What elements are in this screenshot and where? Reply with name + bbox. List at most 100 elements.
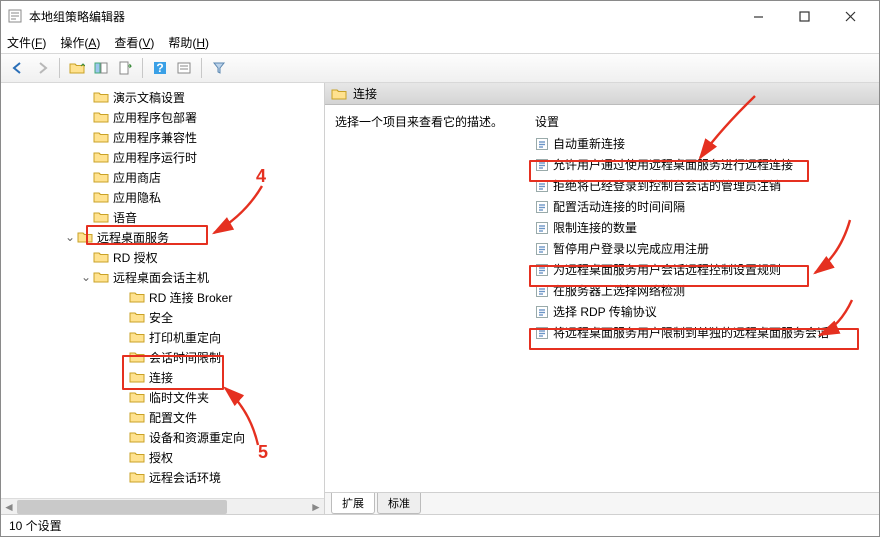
tree-item-label: 连接	[149, 369, 173, 386]
tab-extended[interactable]: 扩展	[331, 493, 375, 514]
window-title: 本地组策略编辑器	[29, 8, 735, 25]
menu-help[interactable]: 帮助(H)	[168, 34, 209, 51]
tree-item[interactable]: 打印机重定向	[1, 327, 324, 347]
tree-item[interactable]: 应用程序包部署	[1, 107, 324, 127]
tree-item[interactable]: 应用程序运行时	[1, 147, 324, 167]
tree-item[interactable]: 会话时间限制	[1, 347, 324, 367]
properties-button[interactable]	[173, 57, 195, 79]
tree-item-label: 应用隐私	[113, 189, 161, 206]
filter-button[interactable]	[208, 57, 230, 79]
setting-item[interactable]: 自动重新连接	[527, 133, 879, 154]
up-button[interactable]	[66, 57, 88, 79]
folder-icon	[129, 310, 145, 324]
tree-item-label: 打印机重定向	[149, 329, 221, 346]
folder-icon	[93, 270, 109, 284]
tab-standard[interactable]: 标准	[377, 493, 421, 514]
setting-item[interactable]: 选择 RDP 传输协议	[527, 301, 879, 322]
menu-file[interactable]: 文件(F)	[7, 34, 46, 51]
tree-item[interactable]: 安全	[1, 307, 324, 327]
show-hide-tree-button[interactable]	[90, 57, 112, 79]
settings-column: 设置 自动重新连接允许用户通过使用远程桌面服务进行远程连接拒绝将已经登录到控制台…	[527, 113, 879, 492]
tree-item-label: 会话时间限制	[149, 349, 221, 366]
setting-label: 暂停用户登录以完成应用注册	[553, 240, 709, 257]
policy-icon	[535, 221, 549, 235]
setting-item[interactable]: 在服务器上选择网络检测	[527, 280, 879, 301]
maximize-button[interactable]	[781, 1, 827, 31]
chevron-down-icon[interactable]: ⌄	[79, 270, 93, 284]
setting-label: 自动重新连接	[553, 135, 625, 152]
tree-item[interactable]: 应用程序兼容性	[1, 127, 324, 147]
tree-item[interactable]: 应用隐私	[1, 187, 324, 207]
svg-text:?: ?	[156, 61, 163, 75]
policy-icon	[535, 158, 549, 172]
setting-item[interactable]: 暂停用户登录以完成应用注册	[527, 238, 879, 259]
folder-icon	[93, 130, 109, 144]
tree-item[interactable]: 演示文稿设置	[1, 87, 324, 107]
description-column: 选择一个项目来查看它的描述。	[335, 113, 527, 492]
tree-item[interactable]: 远程会话环境	[1, 467, 324, 487]
tree-item-label: 远程桌面服务	[97, 229, 169, 246]
statusbar: 10 个设置	[1, 514, 879, 536]
folder-icon	[129, 290, 145, 304]
setting-label: 限制连接的数量	[553, 219, 637, 236]
tree-item-label: 安全	[149, 309, 173, 326]
folder-icon	[93, 250, 109, 264]
setting-item[interactable]: 配置活动连接的时间间隔	[527, 196, 879, 217]
tree-item-label: 配置文件	[149, 409, 197, 426]
help-button[interactable]: ?	[149, 57, 171, 79]
tree-item[interactable]: 配置文件	[1, 407, 324, 427]
tree-item[interactable]: 授权	[1, 447, 324, 467]
back-button[interactable]	[7, 57, 29, 79]
tree-item-label: RD 授权	[113, 249, 158, 266]
setting-item[interactable]: 拒绝将已经登录到控制台会话的管理员注销	[527, 175, 879, 196]
minimize-button[interactable]	[735, 1, 781, 31]
folder-icon	[93, 150, 109, 164]
setting-item[interactable]: 允许用户通过使用远程桌面服务进行远程连接	[527, 154, 879, 175]
detail-pane: 连接 选择一个项目来查看它的描述。 设置 自动重新连接允许用户通过使用远程桌面服…	[325, 83, 879, 514]
tabs-strip: 扩展 标准	[325, 492, 879, 514]
folder-icon	[331, 87, 347, 101]
tree-item[interactable]: 语音	[1, 207, 324, 227]
policy-icon	[535, 305, 549, 319]
chevron-down-icon[interactable]: ⌄	[63, 230, 77, 244]
folder-icon	[129, 350, 145, 364]
tree-item-label: 应用商店	[113, 169, 161, 186]
folder-icon	[93, 110, 109, 124]
policy-icon	[535, 326, 549, 340]
folder-icon	[129, 470, 145, 484]
setting-label: 为远程桌面服务用户会话远程控制设置规则	[553, 261, 781, 278]
tree-item[interactable]: ⌄远程桌面会话主机	[1, 267, 324, 287]
scroll-left-icon[interactable]: ◄	[1, 499, 17, 515]
scroll-right-icon[interactable]: ►	[308, 499, 324, 515]
policy-icon	[535, 200, 549, 214]
tree-scroll[interactable]: 演示文稿设置应用程序包部署应用程序兼容性应用程序运行时应用商店应用隐私语音⌄远程…	[1, 83, 324, 498]
setting-item[interactable]: 将远程桌面服务用户限制到单独的远程桌面服务会话	[527, 322, 879, 343]
forward-button[interactable]	[31, 57, 53, 79]
setting-label: 拒绝将已经登录到控制台会话的管理员注销	[553, 177, 781, 194]
export-button[interactable]	[114, 57, 136, 79]
folder-icon	[129, 430, 145, 444]
toolbar: ?	[1, 53, 879, 83]
settings-header[interactable]: 设置	[527, 113, 879, 133]
folder-icon	[129, 330, 145, 344]
tree-h-scrollbar[interactable]: ◄ ►	[1, 498, 324, 514]
tree-item[interactable]: 临时文件夹	[1, 387, 324, 407]
setting-label: 在服务器上选择网络检测	[553, 282, 685, 299]
detail-header-label: 连接	[353, 85, 377, 102]
policy-icon	[535, 179, 549, 193]
tree-item[interactable]: RD 连接 Broker	[1, 287, 324, 307]
menubar: 文件(F) 操作(A) 查看(V) 帮助(H)	[1, 31, 879, 53]
tree-item[interactable]: 应用商店	[1, 167, 324, 187]
statusbar-text: 10 个设置	[9, 517, 62, 534]
menu-view[interactable]: 查看(V)	[114, 34, 154, 51]
tree-item[interactable]: RD 授权	[1, 247, 324, 267]
tree-item[interactable]: 连接	[1, 367, 324, 387]
setting-item[interactable]: 为远程桌面服务用户会话远程控制设置规则	[527, 259, 879, 280]
tree-item[interactable]: ⌄ 远程桌面服务	[1, 227, 324, 247]
tree-item[interactable]: 设备和资源重定向	[1, 427, 324, 447]
setting-label: 允许用户通过使用远程桌面服务进行远程连接	[553, 156, 793, 173]
description-text: 选择一个项目来查看它的描述。	[335, 115, 503, 129]
setting-item[interactable]: 限制连接的数量	[527, 217, 879, 238]
close-button[interactable]	[827, 1, 873, 31]
menu-action[interactable]: 操作(A)	[60, 34, 100, 51]
